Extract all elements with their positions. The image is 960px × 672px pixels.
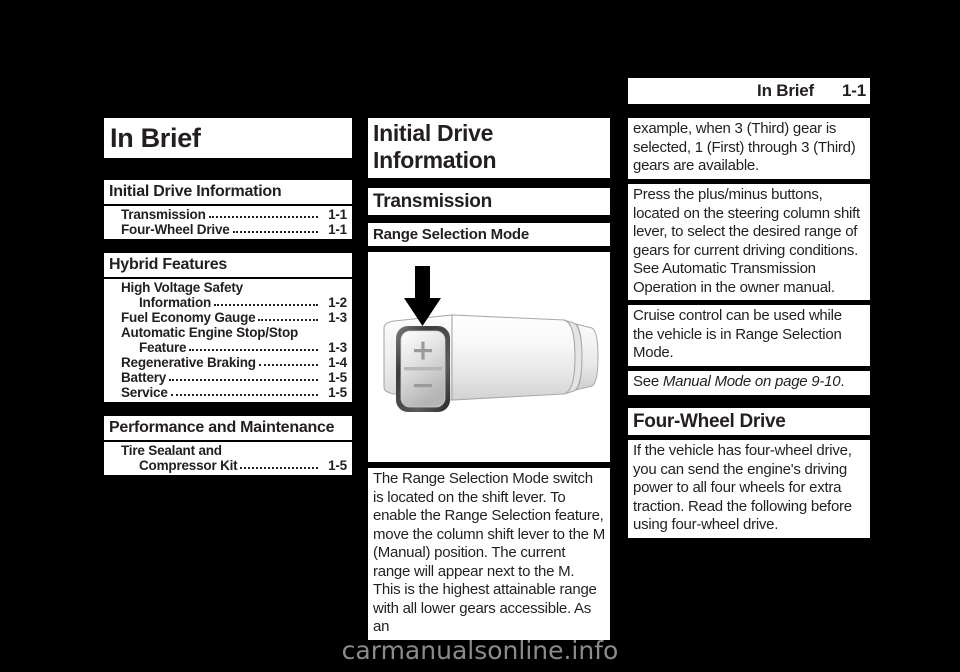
toc-entry-label: Compressor Kit [139, 458, 238, 473]
toc-entry-leader-dots [225, 445, 318, 454]
toc-entry-leader-dots [232, 222, 318, 233]
toc-entry-leader-dots [240, 458, 318, 469]
toc-entry-page-number: 1-3 [328, 310, 347, 325]
toc-entry-leader-dots [170, 385, 318, 396]
minus-icon [414, 384, 432, 388]
toc-entry-label: Automatic Engine Stop/Stop [121, 325, 299, 340]
toc-entry[interactable]: Regenerative Braking 1-4 [109, 355, 347, 370]
section-title-four-wheel-drive: Four-Wheel Drive [628, 408, 870, 435]
toc-entry-page-number: 1-2 [328, 295, 347, 310]
toc-entry-page-number: 1-4 [328, 355, 347, 370]
switch-divider [404, 367, 442, 371]
toc-entry-leader-dots [246, 282, 318, 291]
toc-entry-leader-dots [258, 355, 318, 366]
toc-entry[interactable]: Transmission 1-1 [109, 207, 347, 222]
site-watermark: carmanualsonline.info [341, 636, 619, 665]
toc-entries-initial-drive-information: Transmission 1-1 Four-Wheel Drive 1-1 [104, 206, 352, 239]
paragraph-four-wheel-drive: If the vehicle has four-wheel drive, you… [628, 440, 870, 538]
toc-entry-page-number: 1-1 [328, 222, 347, 237]
toc-entry-label: Information [139, 295, 212, 310]
toc-entry-leader-dots [214, 295, 318, 306]
toc-section-heading-initial-drive-information: Initial Drive Information [104, 180, 352, 204]
toc-entry-page-number: 1-5 [328, 385, 347, 400]
toc-entry-label: Four-Wheel Drive [121, 222, 230, 237]
toc-entry[interactable]: Four-Wheel Drive 1-1 [109, 222, 347, 237]
page-header-title: In Brief [757, 81, 815, 100]
page-header-number: 1-1 [842, 81, 866, 100]
toc-entry[interactable]: Fuel Economy Gauge 1-3 [109, 310, 347, 325]
toc-entry-leader-dots [208, 207, 318, 218]
toc-entry-label: Service [121, 385, 168, 400]
paragraph-cruise-control: Cruise control can be used while the veh… [628, 305, 870, 366]
body-paragraph-range-selection-mode: The Range Selection Mode switch is locat… [368, 468, 610, 640]
toc-entry-page-number: 1-3 [328, 340, 347, 355]
toc-entries-hybrid-features: High Voltage Safety Information 1-2 Fuel Ec… [104, 279, 352, 402]
toc-entry-leader-dots [169, 370, 318, 381]
shift-lever-figure [368, 252, 610, 462]
toc-entry-leader-dots [301, 327, 318, 336]
toc-entry-page-number: 1-5 [328, 458, 347, 473]
toc-entry-label: Tire Sealant and [121, 443, 222, 458]
toc-entry-page-number: 1-5 [328, 370, 347, 385]
toc-entry-label: Transmission [121, 207, 206, 222]
cross-reference-suffix: . [840, 373, 845, 390]
toc-section-heading-hybrid-features: Hybrid Features [104, 253, 352, 277]
shift-lever-illustration [383, 266, 599, 412]
toc-entry-label: Battery [121, 370, 167, 385]
page-header: In Brief 1-1 [628, 78, 870, 104]
toc-entry[interactable]: Battery 1-5 [109, 370, 347, 385]
paragraph-plus-minus-buttons: Press the plus/minus buttons, located on… [628, 184, 870, 300]
toc-entry[interactable]: Tire Sealant and [109, 443, 347, 458]
toc-entry[interactable]: Compressor Kit 1-5 [109, 458, 347, 473]
cross-reference-italic-target: Manual Mode on page 9-10 [662, 373, 841, 390]
section-title-initial-drive-information: Initial Drive Information [368, 118, 610, 178]
toc-entry[interactable]: Automatic Engine Stop/Stop [109, 325, 347, 340]
toc-entry[interactable]: Information 1-2 [109, 295, 347, 310]
knob-main-body [451, 314, 576, 401]
toc-section-heading-performance-and-maintenance: Performance and Maintenance [104, 416, 352, 440]
cross-reference-prefix: See [633, 373, 663, 390]
toc-entry-label: Feature [139, 340, 187, 355]
chapter-title: In Brief [104, 118, 352, 158]
toc-entry[interactable]: High Voltage Safety [109, 280, 347, 295]
toc-entry[interactable]: Service 1-5 [109, 385, 347, 400]
toc-entries-performance-and-maintenance: Tire Sealant and Compressor Kit 1-5 [104, 442, 352, 475]
toc-entry-leader-dots [189, 340, 318, 351]
subsection-title-range-selection-mode: Range Selection Mode [368, 223, 610, 246]
toc-entry-leader-dots [258, 310, 318, 321]
toc-entry-label: High Voltage Safety [121, 280, 243, 295]
paragraph-gear-example: example, when 3 (Third) gear is selected… [628, 118, 870, 179]
toc-entry-label: Regenerative Braking [121, 355, 256, 370]
toc-entry[interactable]: Feature 1-3 [109, 340, 347, 355]
toc-entry-page-number: 1-1 [328, 207, 347, 222]
cross-reference-manual-mode: See Manual Mode on page 9-10. [628, 371, 870, 395]
subsection-title-transmission: Transmission [368, 188, 610, 215]
toc-entry-label: Fuel Economy Gauge [121, 310, 256, 325]
